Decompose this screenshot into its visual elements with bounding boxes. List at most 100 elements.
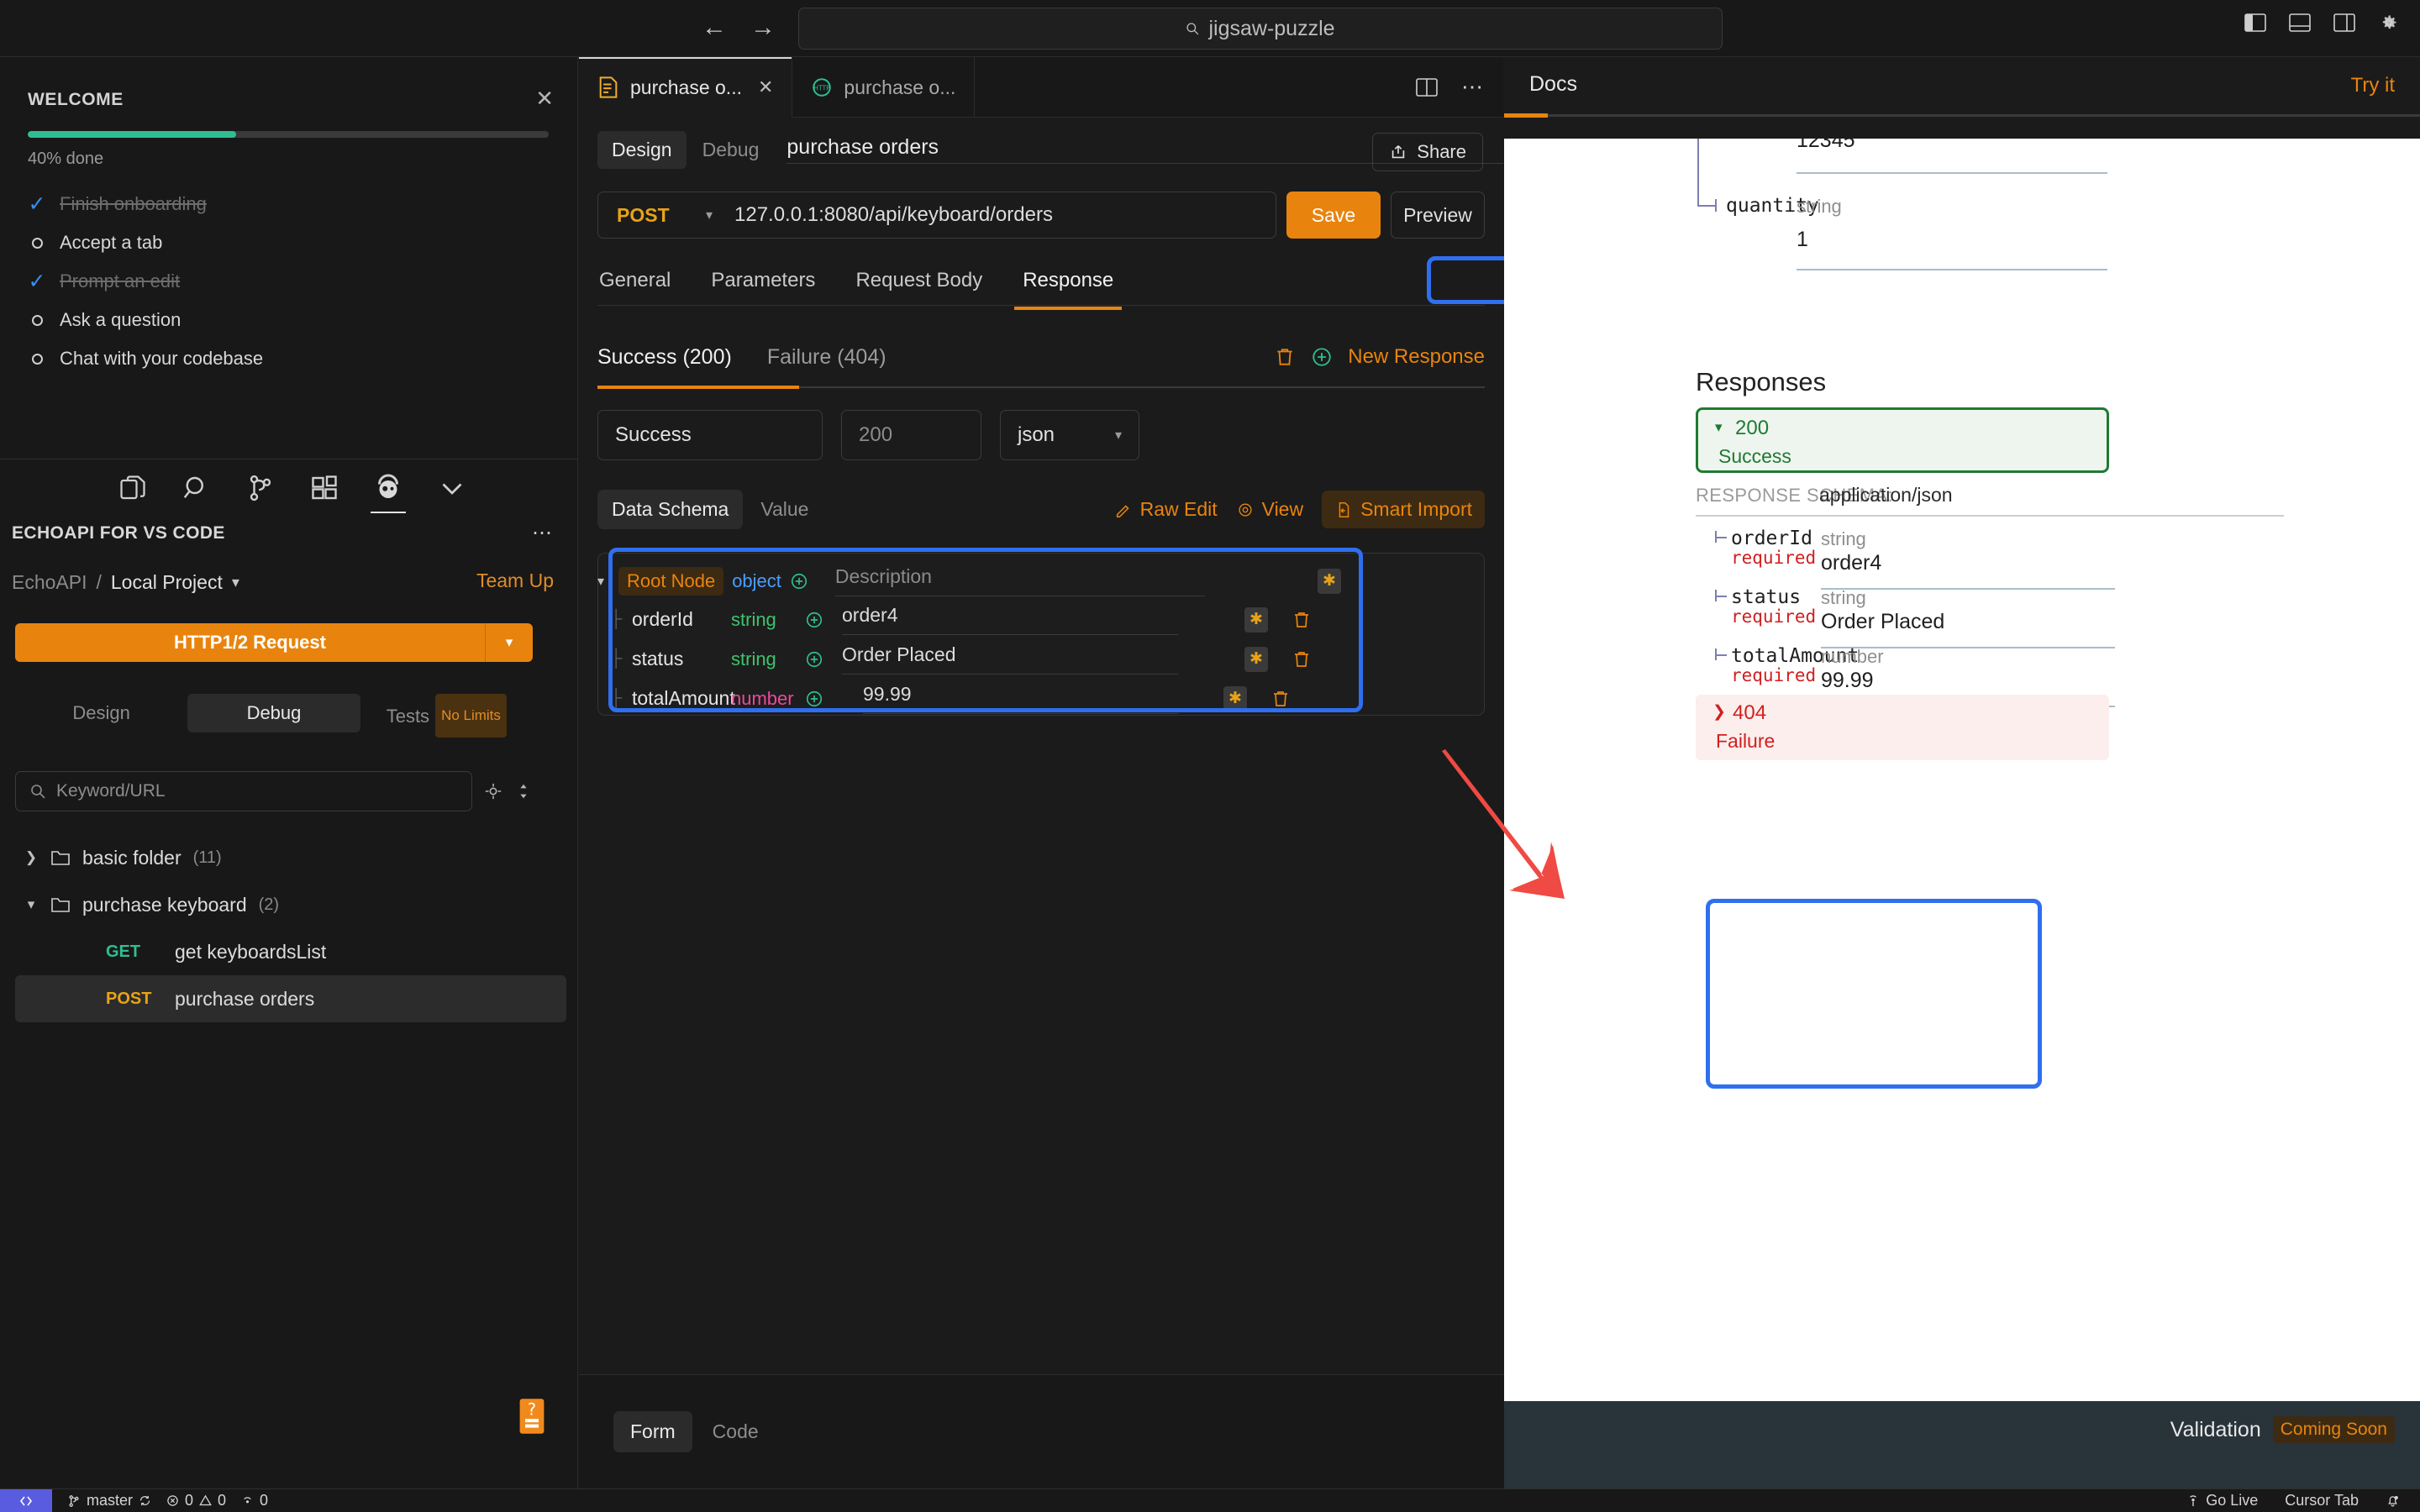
smart-import-button[interactable]: Smart Import — [1322, 491, 1485, 528]
copy-files-icon[interactable] — [118, 473, 148, 503]
trash-icon[interactable] — [1274, 346, 1296, 368]
editor-tab-0[interactable]: purchase o... ✕ — [579, 57, 793, 118]
new-response-button[interactable]: New Response — [1348, 345, 1485, 369]
response-name-input[interactable]: Success — [597, 410, 823, 460]
try-it-button[interactable]: Try it — [2351, 74, 2395, 97]
sort-icon[interactable] — [514, 782, 533, 801]
onboarding-task-4[interactable]: Chat with your codebase — [28, 339, 549, 378]
tab-response[interactable]: Response — [1014, 265, 1123, 310]
schema-field-value[interactable]: order4 — [842, 604, 1178, 635]
echoapi-segment-tests[interactable]: Tests No Limits — [360, 694, 533, 738]
tab-request-body[interactable]: Request Body — [854, 265, 984, 296]
status-go-live[interactable]: Go Live — [2186, 1492, 2258, 1509]
schema-field-type[interactable]: string — [731, 648, 805, 670]
more-options-icon[interactable]: ⋯ — [532, 521, 554, 545]
schema-field-value[interactable]: Order Placed — [842, 643, 1178, 675]
response-format-select[interactable]: json ▾ — [1000, 410, 1139, 460]
http-method[interactable]: POST — [598, 204, 706, 227]
save-button[interactable]: Save — [1286, 192, 1381, 239]
response-tab-success[interactable]: Success (200) — [597, 345, 732, 370]
required-star-icon[interactable]: ✱ — [1223, 685, 1247, 711]
echoapi-icon[interactable] — [371, 473, 406, 513]
schema-field-type[interactable]: string — [731, 609, 805, 631]
chevron-right-icon[interactable]: ❯ — [24, 849, 39, 866]
plus-circle-icon[interactable] — [805, 690, 823, 708]
schema-field-type[interactable]: number — [731, 688, 805, 710]
onboarding-task-2[interactable]: ✓ Prompt an edit — [28, 262, 549, 301]
required-star-icon[interactable]: ✱ — [1317, 568, 1341, 594]
trash-icon[interactable] — [1292, 610, 1312, 630]
status-cursor-tab[interactable]: Cursor Tab — [2285, 1492, 2359, 1509]
http-request-button[interactable]: HTTP1/2 Request ▾ — [15, 623, 533, 662]
locate-icon[interactable] — [484, 782, 502, 801]
toggle-panel-icon[interactable] — [2289, 13, 2311, 32]
response-code-input[interactable]: 200 — [841, 410, 981, 460]
editor-tab-1[interactable]: HTTP purchase o... — [792, 57, 976, 118]
back-arrow-icon[interactable]: ← — [702, 12, 727, 44]
source-control-icon[interactable] — [245, 473, 276, 503]
schema-view-data-schema[interactable]: Data Schema — [597, 490, 744, 529]
response-200-card[interactable]: ▾ 200 Success — [1696, 407, 2109, 473]
chevron-down-icon[interactable]: ▾ — [592, 573, 610, 590]
status-branch[interactable]: master — [67, 1492, 151, 1509]
schema-field-name[interactable]: totalAmount — [632, 687, 735, 710]
chevron-down-icon[interactable]: ▾ — [232, 574, 239, 591]
share-button[interactable]: Share — [1372, 133, 1483, 171]
root-node-chip[interactable]: Root Node — [618, 566, 724, 596]
breadcrumb-project[interactable]: Local Project — [111, 571, 223, 594]
tree-request-get-keyboardslist[interactable]: GET get keyboardsList — [15, 928, 566, 975]
raw-edit-button[interactable]: Raw Edit — [1114, 498, 1218, 521]
plus-circle-icon[interactable] — [805, 650, 823, 669]
close-icon[interactable]: ✕ — [535, 86, 554, 112]
schema-field-name[interactable]: orderId — [632, 608, 731, 631]
bottom-segment-form[interactable]: Form — [613, 1411, 692, 1452]
chevron-down-icon[interactable]: ▾ — [706, 207, 734, 223]
schema-view-value[interactable]: Value — [746, 490, 823, 529]
gear-icon[interactable] — [2378, 12, 2400, 34]
status-ports[interactable]: 0 — [241, 1492, 268, 1509]
trash-icon[interactable] — [1270, 689, 1291, 709]
chevron-down-icon[interactable]: ▾ — [24, 896, 39, 913]
help-doc-icon[interactable]: ? — [518, 1397, 545, 1436]
extensions-icon[interactable] — [309, 473, 339, 503]
plus-circle-icon[interactable] — [790, 572, 808, 591]
bell-dot-icon[interactable] — [2386, 1494, 2400, 1508]
editor-mode-debug[interactable]: Debug — [688, 131, 774, 169]
status-problems[interactable]: 0 0 — [166, 1492, 226, 1509]
onboarding-task-1[interactable]: Accept a tab — [28, 223, 549, 262]
root-node-type[interactable]: object — [732, 570, 781, 592]
required-star-icon[interactable]: ✱ — [1244, 606, 1268, 633]
command-center-search[interactable]: jigsaw-puzzle — [798, 8, 1723, 50]
url-input[interactable]: 127.0.0.1:8080/api/keyboard/orders — [734, 203, 1053, 227]
team-up-link[interactable]: Team Up — [476, 570, 554, 592]
tree-folder-0[interactable]: ❯ basic folder (11) — [15, 834, 566, 881]
echoapi-segment-debug[interactable]: Debug — [187, 694, 360, 732]
response-tab-failure[interactable]: Failure (404) — [767, 345, 886, 370]
more-actions-icon[interactable]: ⋯ — [1461, 74, 1485, 100]
remote-window-icon[interactable] — [0, 1488, 52, 1512]
search-input[interactable]: Keyword/URL — [15, 771, 472, 811]
plus-circle-icon[interactable] — [805, 611, 823, 629]
required-star-icon[interactable]: ✱ — [1244, 646, 1268, 672]
close-icon[interactable]: ✕ — [758, 76, 773, 98]
search-icon[interactable] — [182, 473, 212, 503]
docs-content[interactable]: 12345 quantity string 1 Responses ▾ 200 … — [1504, 139, 2420, 1401]
tree-folder-1[interactable]: ▾ purchase keyboard (2) — [15, 881, 566, 928]
plus-circle-icon[interactable] — [1311, 346, 1333, 368]
tab-docs[interactable]: Docs — [1529, 72, 1577, 97]
toggle-primary-sidebar-icon[interactable] — [2244, 13, 2266, 32]
schema-field-value[interactable]: 99.99 — [863, 683, 1178, 714]
tree-request-purchase-orders[interactable]: POST purchase orders — [15, 975, 566, 1022]
chevron-down-icon[interactable] — [437, 473, 467, 503]
echoapi-segment-design[interactable]: Design — [15, 694, 187, 732]
onboarding-task-3[interactable]: Ask a question — [28, 301, 549, 339]
forward-arrow-icon[interactable]: → — [750, 12, 776, 44]
toggle-secondary-sidebar-icon[interactable] — [2333, 13, 2355, 32]
breadcrumb-root[interactable]: EchoAPI — [12, 571, 87, 594]
url-input-group[interactable]: POST ▾ 127.0.0.1:8080/api/keyboard/order… — [597, 192, 1276, 239]
trash-icon[interactable] — [1292, 649, 1312, 669]
schema-field-name[interactable]: status — [632, 648, 731, 670]
view-button[interactable]: View — [1236, 498, 1303, 521]
onboarding-task-0[interactable]: ✓ Finish onboarding — [28, 185, 549, 223]
tab-parameters[interactable]: Parameters — [709, 265, 817, 296]
